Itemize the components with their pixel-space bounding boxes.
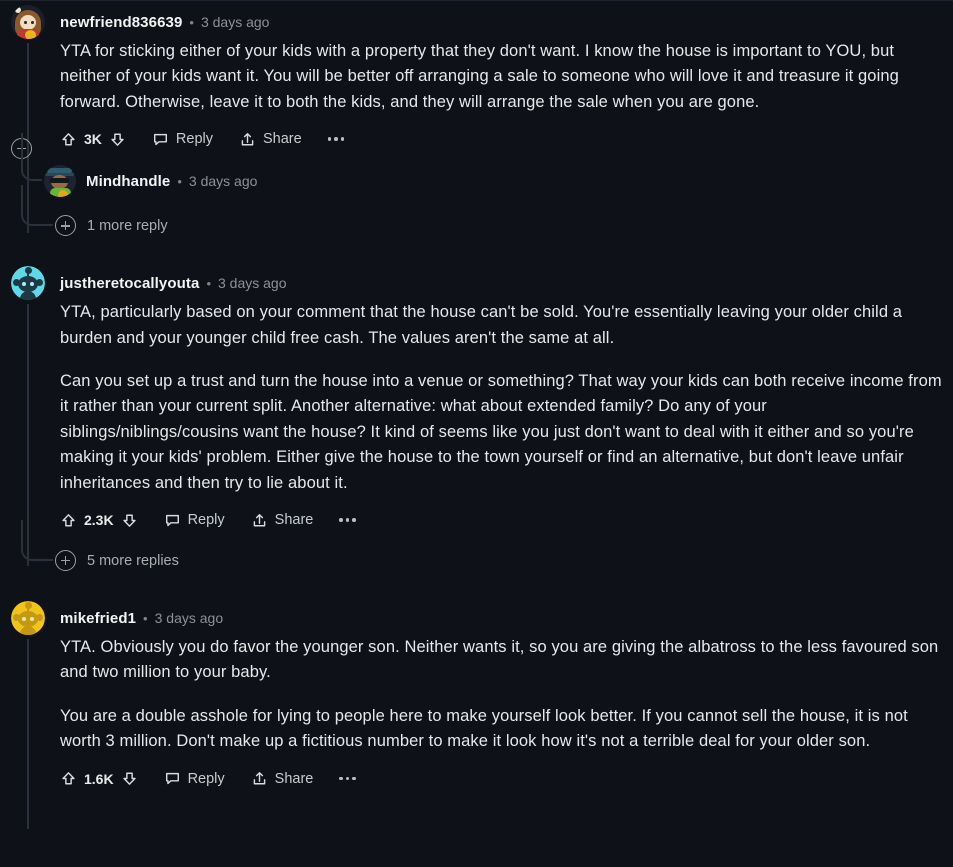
comment-author[interactable]: justheretocallyouta [60, 275, 199, 292]
comment-bubble-icon [164, 512, 181, 529]
comment-paragraph: Can you set up a trust and turn the hous… [60, 372, 942, 492]
upvote-arrow-icon[interactable] [60, 512, 77, 529]
thread-connector [21, 520, 53, 562]
downvote-arrow-icon[interactable] [121, 770, 138, 787]
comment-action-bar: 1.6K Reply Share [60, 761, 945, 797]
more-options-icon[interactable] [327, 137, 345, 141]
vote-group: 3K [60, 131, 126, 148]
comment-author[interactable]: Mindhandle [86, 173, 170, 190]
thread-line [27, 639, 29, 830]
avatar[interactable] [11, 601, 45, 636]
comment-header: justheretocallyouta • 3 days ago [60, 266, 945, 300]
avatar-column [6, 266, 50, 567]
vote-score: 2.3K [84, 512, 114, 529]
share-label: Share [274, 770, 314, 787]
share-label: Share [262, 131, 302, 148]
comment-header: newfriend836639 • 3 days ago [60, 5, 945, 39]
comment-body: YTA. Obviously you do favor the younger … [60, 635, 945, 755]
upvote-arrow-icon[interactable] [60, 770, 77, 787]
vote-score: 3K [84, 131, 102, 148]
comment-action-bar: 3K Reply Share [60, 121, 945, 157]
comment-timestamp: 3 days ago [154, 610, 224, 627]
comment-thread: newfriend836639 • 3 days ago YTA for sti… [0, 0, 953, 867]
comment-action-bar: 2.3K Reply Share [60, 502, 945, 538]
comment-bubble-icon [152, 131, 169, 148]
comment-thread-item: mikefried1 • 3 days ago YTA. Obviously y… [0, 601, 953, 830]
thread-connector [21, 133, 42, 182]
separator-dot: • [177, 173, 182, 189]
more-options-icon[interactable] [339, 518, 356, 522]
share-arrow-icon [251, 512, 268, 529]
comment-timestamp: 3 days ago [200, 14, 270, 30]
upvote-arrow-icon[interactable] [60, 131, 77, 148]
comment-header: mikefried1 • 3 days ago [60, 601, 945, 635]
comment-thread-item: justheretocallyouta • 3 days ago YTA, pa… [0, 266, 953, 567]
share-arrow-icon [239, 131, 256, 148]
avatar[interactable] [11, 5, 45, 39]
share-label: Share [274, 512, 314, 529]
downvote-arrow-icon[interactable] [109, 131, 126, 148]
comment-paragraph: YTA, particularly based on your comment … [60, 303, 903, 347]
comment-body: YTA, particularly based on your comment … [60, 300, 945, 496]
comment-header: Mindhandle • 3 days ago [86, 173, 257, 190]
comment-paragraph: YTA. Obviously you do favor the younger … [60, 638, 939, 682]
avatar[interactable] [11, 266, 45, 301]
reply-label: Reply [175, 131, 213, 148]
separator-dot: • [143, 610, 148, 626]
nested-reply: Mindhandle • 3 days ago [21, 133, 953, 203]
share-button[interactable]: Share [239, 131, 302, 148]
reply-label: Reply [187, 770, 225, 787]
downvote-arrow-icon[interactable] [121, 512, 138, 529]
expand-plus-icon[interactable] [55, 215, 76, 237]
comment-timestamp: 3 days ago [218, 275, 287, 292]
reply-label: Reply [187, 512, 225, 529]
reply-button[interactable]: Reply [164, 512, 225, 529]
vote-group: 1.6K [60, 770, 138, 787]
more-options-icon[interactable] [339, 776, 356, 781]
share-arrow-icon [251, 770, 268, 787]
share-button[interactable]: Share [251, 512, 314, 529]
avatar-column [6, 601, 50, 830]
separator-dot: • [206, 275, 211, 291]
more-replies-label: 5 more replies [87, 552, 179, 569]
vote-group: 2.3K [60, 512, 138, 529]
comment-timestamp: 3 days ago [188, 173, 258, 190]
reply-button[interactable]: Reply [164, 770, 225, 787]
more-replies-button[interactable]: 5 more replies [21, 520, 953, 572]
comment-author[interactable]: newfriend836639 [60, 14, 182, 31]
comment-body: YTA for sticking either of your kids wit… [60, 39, 945, 115]
comment-bubble-icon [164, 770, 181, 787]
more-replies-label: 1 more reply [87, 217, 168, 234]
comment-paragraph: You are a double asshole for lying to pe… [60, 706, 908, 751]
thread-connector [21, 185, 53, 227]
vote-score: 1.6K [84, 770, 114, 787]
separator-dot: • [189, 14, 194, 30]
comment-paragraph: YTA for sticking either of your kids wit… [60, 42, 899, 111]
share-button[interactable]: Share [251, 770, 314, 787]
reply-button[interactable]: Reply [152, 131, 213, 148]
more-replies-button[interactable]: 1 more reply [21, 185, 953, 237]
comment-author[interactable]: mikefried1 [60, 610, 136, 627]
comment-thread-item: newfriend836639 • 3 days ago YTA for sti… [0, 1, 953, 233]
expand-plus-icon[interactable] [55, 550, 76, 572]
